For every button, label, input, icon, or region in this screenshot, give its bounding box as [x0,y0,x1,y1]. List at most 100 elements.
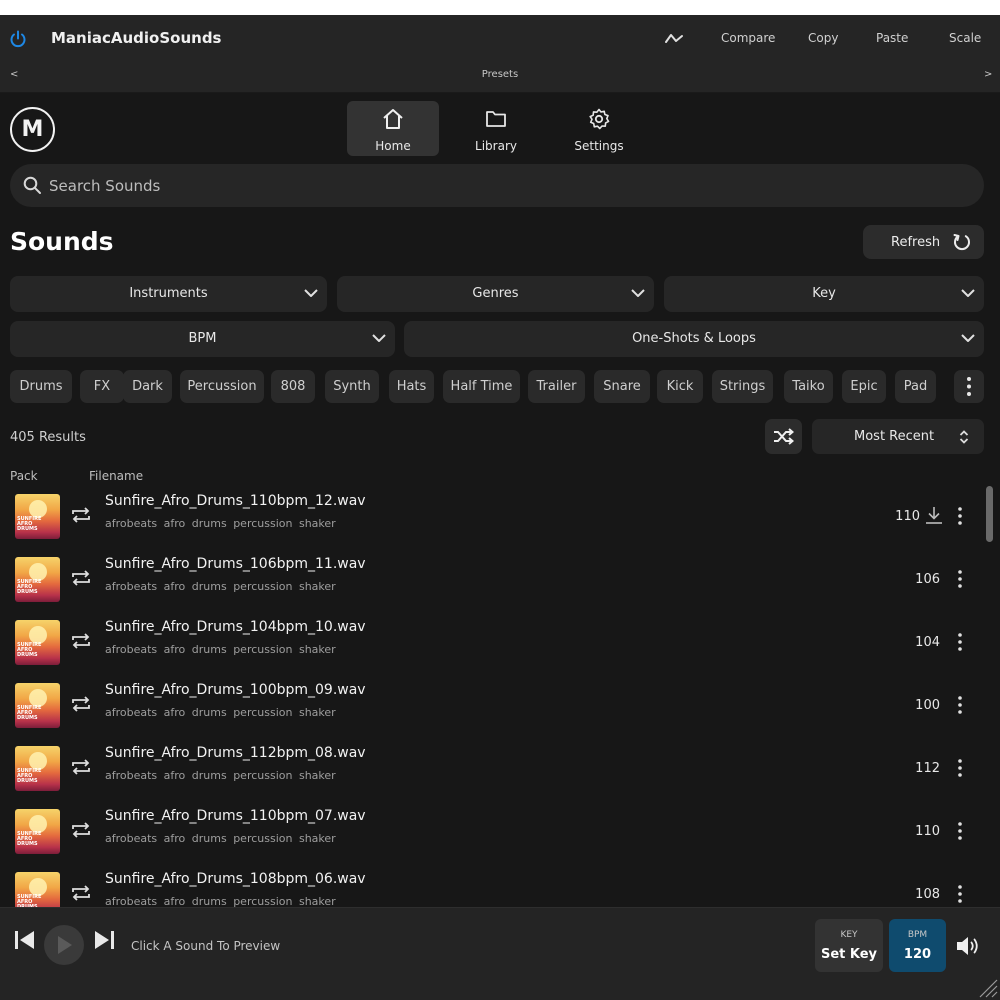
sound-bpm: 108 [915,887,940,902]
more-vertical-icon [967,377,971,396]
pack-artwork[interactable]: SUNFIRE AFRO DRUMS [15,683,60,728]
play-icon [58,936,72,954]
tag-chip[interactable]: 808 [271,370,315,403]
tag-chip[interactable]: Pad [895,370,936,403]
set-key-button[interactable]: KEY Set Key [815,919,883,972]
more-vertical-icon[interactable] [952,820,968,842]
sound-tags: afrobeats afro drums percussion shaker [105,580,336,593]
copy-button[interactable]: Copy [808,31,838,45]
tag-chip[interactable]: Dark [123,370,172,403]
sound-filename: Sunfire_Afro_Drums_104bpm_10.wav [105,619,366,635]
tag-chip[interactable]: Trailer [528,370,585,403]
more-vertical-icon[interactable] [952,568,968,590]
tag-chip[interactable]: Hats [389,370,434,403]
tag-chip[interactable]: Snare [594,370,650,403]
sort-select[interactable]: Most Recent [812,419,984,454]
search-input[interactable] [49,164,949,207]
pack-artwork[interactable]: SUNFIRE AFRO DRUMS [15,809,60,854]
search-bar [10,164,984,207]
pack-art-text: SUNFIRE AFRO DRUMS [17,579,42,595]
presets-bar: < Presets > [0,63,1000,93]
sound-row[interactable]: SUNFIRE AFRO DRUMS Sunfire_Afro_Drums_104b… [0,614,984,677]
power-icon[interactable] [9,30,27,48]
tag-chip[interactable]: Percussion [180,370,264,403]
sound-bpm: 110 [895,509,920,524]
search-icon [23,176,41,194]
scale-button[interactable]: Scale [949,31,981,45]
pack-art-text: SUNFIRE AFRO DRUMS [17,831,42,847]
tag-chip[interactable]: FX [80,370,124,403]
skip-next-icon[interactable] [94,930,116,950]
bpm-button[interactable]: BPM 120 [889,919,946,972]
sound-filename: Sunfire_Afro_Drums_112bpm_08.wav [105,745,366,761]
tag-chip[interactable]: Drums [10,370,72,403]
type-dropdown[interactable]: One-Shots & Loops [404,321,984,357]
sound-row[interactable]: SUNFIRE AFRO DRUMS Sunfire_Afro_Drums_100b… [0,677,984,740]
loop-icon [72,885,90,901]
sound-filename: Sunfire_Afro_Drums_108bpm_06.wav [105,871,366,887]
tab-home[interactable]: Home [347,101,439,156]
loop-icon [72,633,90,649]
tag-chip[interactable]: Half Time [443,370,520,403]
compare-button[interactable]: Compare [721,31,775,45]
chevron-down-icon [372,334,386,342]
sound-row[interactable]: SUNFIRE AFRO DRUMS Sunfire_Afro_Drums_108b… [0,866,984,907]
more-vertical-icon[interactable] [952,883,968,905]
pack-artwork[interactable]: SUNFIRE AFRO DRUMS [15,557,60,602]
shuffle-button[interactable] [765,419,802,454]
volume-icon[interactable] [956,935,982,957]
sound-filename: Sunfire_Afro_Drums_110bpm_12.wav [105,493,366,509]
sound-filename: Sunfire_Afro_Drums_100bpm_09.wav [105,682,366,698]
tag-chip[interactable]: Taiko [784,370,833,403]
more-vertical-icon[interactable] [952,505,968,527]
pack-art-text: SUNFIRE AFRO DRUMS [17,705,42,721]
results-count: 405 Results [10,430,86,445]
more-vertical-icon[interactable] [952,694,968,716]
pack-art-text: SUNFIRE AFRO DRUMS [17,768,42,784]
pack-artwork[interactable]: SUNFIRE AFRO DRUMS [15,620,60,665]
tag-chip[interactable]: Kick [657,370,703,403]
preset-next-button[interactable]: > [984,69,992,80]
pack-art-text: SUNFIRE AFRO DRUMS [17,516,42,532]
instruments-dropdown[interactable]: Instruments [10,276,327,312]
play-button[interactable] [44,925,84,965]
loop-icon [72,822,90,838]
skip-previous-icon[interactable] [14,930,36,950]
sound-row[interactable]: SUNFIRE AFRO DRUMS Sunfire_Afro_Drums_110b… [0,488,984,551]
presets-label[interactable]: Presets [0,69,1000,80]
sound-tags: afrobeats afro drums percussion shaker [105,895,336,907]
bpm-value: 120 [903,947,932,962]
pack-artwork[interactable]: SUNFIRE AFRO DRUMS [15,872,60,907]
gear-icon [589,108,610,130]
genres-dropdown[interactable]: Genres [337,276,654,312]
more-vertical-icon[interactable] [952,631,968,653]
refresh-button[interactable]: Refresh [863,225,984,259]
sound-bpm: 106 [915,572,940,587]
sound-row[interactable]: SUNFIRE AFRO DRUMS Sunfire_Afro_Drums_106b… [0,551,984,614]
graph-icon[interactable] [664,30,684,48]
tab-settings[interactable]: Settings [553,101,645,156]
sort-icon [959,430,969,444]
pack-artwork[interactable]: SUNFIRE AFRO DRUMS [15,746,60,791]
tag-chip[interactable]: Strings [712,370,773,403]
resize-grip-icon[interactable] [976,978,998,998]
key-dropdown[interactable]: Key [664,276,984,312]
bpm-dropdown[interactable]: BPM [10,321,395,357]
sound-bpm: 110 [915,824,940,839]
tab-library[interactable]: Library [450,101,542,156]
genres-dropdown-label: Genres [472,286,519,301]
download-icon[interactable] [924,505,944,525]
list-scrollbar[interactable] [986,486,993,542]
tag-chip[interactable]: Synth [325,370,379,403]
pack-art-text: SUNFIRE AFRO DRUMS [17,642,42,658]
sound-row[interactable]: SUNFIRE AFRO DRUMS Sunfire_Afro_Drums_110b… [0,803,984,866]
key-caption: KEY [840,930,858,940]
pack-artwork[interactable]: SUNFIRE AFRO DRUMS [15,494,60,539]
refresh-label: Refresh [891,235,941,250]
refresh-icon [953,234,970,250]
tag-chip[interactable]: Epic [842,370,886,403]
paste-button[interactable]: Paste [876,31,908,45]
sound-row[interactable]: SUNFIRE AFRO DRUMS Sunfire_Afro_Drums_112b… [0,740,984,803]
more-vertical-icon[interactable] [952,757,968,779]
more-tags-button[interactable] [954,370,984,403]
